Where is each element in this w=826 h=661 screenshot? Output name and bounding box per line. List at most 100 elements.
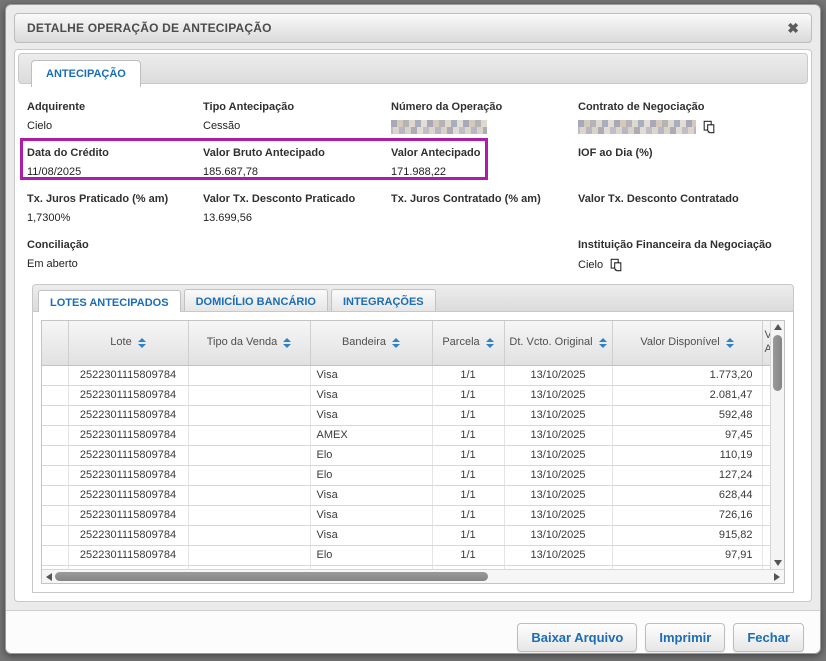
horizontal-scrollbar[interactable]: [42, 569, 784, 583]
redacted-value: [578, 120, 696, 134]
download-file-button[interactable]: Baixar Arquivo: [517, 623, 638, 652]
cell-lote: 2522301115809784: [67, 545, 188, 566]
cell-vant: [761, 485, 770, 506]
cell-vant: [761, 365, 770, 386]
cell-vant: [761, 445, 770, 466]
cell-vant: [761, 505, 770, 526]
table-row[interactable]: 2522301115809784 Visa 1/1 13/10/2025 2.081,4…: [42, 385, 770, 406]
scroll-right-icon[interactable]: [774, 572, 780, 581]
cell-tipo_venda: [187, 505, 310, 526]
field-value: 13.699,56: [203, 212, 252, 224]
copy-icon[interactable]: [702, 120, 716, 134]
header-valor-antecipado[interactable]: Valor Antecipado: [761, 321, 770, 366]
table-row[interactable]: 2522301115809784 Visa 1/1 13/10/2025 1.773,2…: [42, 365, 770, 386]
cell-bandeira: Elo: [309, 445, 432, 466]
cell-sel: [42, 385, 68, 406]
operation-fields: Adquirente Cielo Tipo Antecipação Cessão…: [20, 84, 799, 276]
table-row[interactable]: 2522301115809784 Visa 1/1 13/10/2025 628,44: [42, 485, 770, 506]
cell-dt_vcto: 13/10/2025: [503, 485, 612, 506]
antecipacao-detail-dialog: DETALHE OPERAÇÃO DE ANTECIPAÇÃO ✖ ANTECI…: [5, 4, 821, 654]
header-bandeira[interactable]: Bandeira: [309, 321, 432, 366]
scroll-up-icon[interactable]: [773, 324, 782, 330]
header-valor-disponivel[interactable]: Valor Disponível: [611, 321, 762, 366]
field-valor-tx-desconto-praticado: Valor Tx. Desconto Praticado 13.699,56: [203, 184, 391, 230]
field-label: Contrato de Negociação: [578, 101, 705, 113]
tab-antecipacao[interactable]: ANTECIPAÇÃO: [31, 60, 141, 87]
field-data-credito: Data do Crédito 11/08/2025: [27, 138, 203, 184]
vertical-scrollbar[interactable]: [770, 321, 784, 569]
lotes-panel: Lote Tipo da Venda Bandeira Parcela Dt. …: [32, 312, 794, 593]
field-numero-operacao: Número da Operação: [391, 92, 578, 138]
cell-dt_vcto: 13/10/2025: [503, 505, 612, 526]
cell-tipo_venda: [187, 485, 310, 506]
cell-tipo_venda: [187, 425, 310, 446]
field-valor-antecipado: Valor Antecipado 171.988,22: [391, 138, 578, 184]
cell-vant: [761, 425, 770, 446]
table-header-row: Lote Tipo da Venda Bandeira Parcela Dt. …: [42, 321, 770, 366]
header-parcela[interactable]: Parcela: [431, 321, 504, 366]
cell-valor_disponivel: 628,44: [611, 485, 762, 506]
field-label: Valor Bruto Antecipado: [203, 147, 325, 159]
field-value: 171.988,22: [391, 166, 447, 178]
header-dt-vcto-original[interactable]: Dt. Vcto. Original: [503, 321, 612, 366]
field-tx-juros-praticado: Tx. Juros Praticado (% am) 1,7300%: [27, 184, 203, 230]
horizontal-scroll-thumb[interactable]: [55, 572, 489, 581]
field-value: Em aberto: [27, 258, 78, 270]
tab-integracoes[interactable]: INTEGRAÇÕES: [330, 289, 436, 311]
table-row[interactable]: 2522301115809784 Visa 1/1 13/10/2025 726,16: [42, 505, 770, 526]
sort-icon: [598, 337, 607, 348]
table-row[interactable]: 2522301115809784 Elo 1/1 13/10/2025 110,19: [42, 445, 770, 466]
table-row[interactable]: 2522301115809784 Elo 1/1 13/10/2025 127,24: [42, 465, 770, 486]
cell-valor_disponivel: 915,82: [611, 525, 762, 546]
cell-tipo_venda: [187, 445, 310, 466]
cell-valor_disponivel: 110,19: [611, 445, 762, 466]
close-icon[interactable]: ✖: [787, 21, 799, 35]
cell-bandeira: AMEX: [309, 425, 432, 446]
header-tipo-da-venda[interactable]: Tipo da Venda: [187, 321, 310, 366]
cell-sel: [42, 405, 68, 426]
print-button[interactable]: Imprimir: [645, 623, 726, 652]
cell-dt_vcto: 13/10/2025: [503, 365, 612, 386]
cell-dt_vcto: 13/10/2025: [503, 405, 612, 426]
cell-tipo_venda: [187, 545, 310, 566]
cell-parcela: 1/1: [431, 425, 504, 446]
field-label: Tipo Antecipação: [203, 101, 295, 113]
field-label: Valor Tx. Desconto Praticado: [203, 193, 356, 205]
cell-parcela: 1/1: [431, 545, 504, 566]
cell-tipo_venda: [187, 365, 310, 386]
cell-sel: [42, 365, 68, 386]
scroll-left-icon[interactable]: [46, 572, 52, 581]
copy-icon[interactable]: [609, 258, 623, 272]
sort-icon: [485, 337, 494, 348]
cell-sel: [42, 445, 68, 466]
cell-tipo_venda: [187, 385, 310, 406]
cell-dt_vcto: 13/10/2025: [503, 445, 612, 466]
header-lote[interactable]: Lote: [67, 321, 188, 366]
tab-domicilio-bancario[interactable]: DOMICÍLIO BANCÁRIO: [183, 289, 328, 311]
lotes-grid-viewport: Lote Tipo da Venda Bandeira Parcela Dt. …: [42, 321, 770, 569]
table-row[interactable]: 2522301115809784 AMEX 1/1 13/10/2025 97,45: [42, 425, 770, 446]
lotes-table: Lote Tipo da Venda Bandeira Parcela Dt. …: [42, 321, 770, 569]
field-adquirente: Adquirente Cielo: [27, 92, 203, 138]
cell-lote: 2522301115809784: [67, 485, 188, 506]
cell-dt_vcto: 13/10/2025: [503, 525, 612, 546]
cell-tipo_venda: [187, 525, 310, 546]
table-row[interactable]: 2522301115809784 Visa 1/1 13/10/2025 915,82: [42, 525, 770, 546]
dialog-title: DETALHE OPERAÇÃO DE ANTECIPAÇÃO: [27, 21, 272, 35]
cell-vant: [761, 525, 770, 546]
cell-sel: [42, 505, 68, 526]
cell-lote: 2522301115809784: [67, 425, 188, 446]
cell-vant: [761, 465, 770, 486]
cell-parcela: 1/1: [431, 365, 504, 386]
table-row[interactable]: 2522301115809784 Elo 1/1 13/10/2025 97,91: [42, 545, 770, 566]
close-button[interactable]: Fechar: [733, 623, 804, 652]
tab-lotes-antecipados[interactable]: LOTES ANTECIPADOS: [38, 290, 181, 312]
scroll-down-icon[interactable]: [773, 560, 782, 566]
cell-valor_disponivel: 592,48: [611, 405, 762, 426]
table-row[interactable]: 2522301115809784 Visa 1/1 13/10/2025 592,48: [42, 405, 770, 426]
cell-valor_disponivel: 97,45: [611, 425, 762, 446]
cell-lote: 2522301115809784: [67, 465, 188, 486]
vertical-scroll-thumb[interactable]: [773, 335, 782, 391]
cell-lote: 2522301115809784: [67, 365, 188, 386]
field-label: Tx. Juros Praticado (% am): [27, 193, 169, 205]
